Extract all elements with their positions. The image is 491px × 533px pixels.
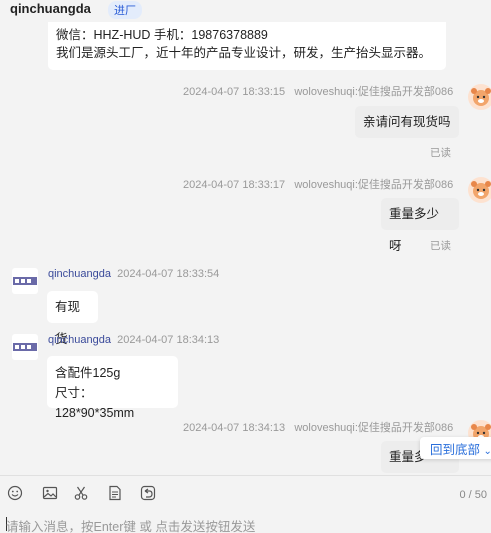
message-time: 2024-04-07 18:34:13: [183, 422, 286, 434]
back-to-bottom-label: 回到底部: [430, 443, 481, 457]
message-meta: qinchuangda 2024-04-07 18:34:13: [48, 334, 219, 346]
message-time: 2024-04-07 18:33:54: [117, 268, 220, 280]
avatar[interactable]: [468, 84, 491, 110]
message-meta: 2024-04-07 18:33:15 woloveshuqi:促佳搜品开发部0…: [183, 83, 453, 99]
read-status: 已读: [430, 240, 451, 252]
read-status: 已读: [430, 147, 451, 159]
message-line: 微信：HHZ-HUD 手机：19876378889: [56, 28, 268, 42]
history-icon[interactable]: [139, 484, 157, 502]
avatar[interactable]: [12, 268, 38, 294]
message-author: woloveshuqi:促佳搜品开发部086: [294, 422, 454, 434]
avatar[interactable]: [468, 177, 491, 203]
message-time: 2024-04-07 18:33:17: [183, 179, 286, 191]
message-author: qinchuangda: [48, 334, 112, 346]
back-to-bottom-button[interactable]: 回到底部 ⌄: [420, 437, 491, 459]
message-meta: qinchuangda 2024-04-07 18:33:54: [48, 268, 219, 280]
message-bubble-right: 亲请问有现货吗: [355, 106, 459, 138]
chat-area: 微信：HHZ-HUD 手机：19876378889 我们是源头工厂，近十年的产品…: [0, 0, 491, 473]
document-icon[interactable]: [106, 484, 124, 502]
message-time: 2024-04-07 18:33:15: [183, 86, 286, 98]
image-icon[interactable]: [41, 484, 59, 502]
message-line: 含配件125g: [55, 366, 121, 380]
message-bubble-right: 重量多少呀: [381, 198, 459, 253]
message-time: 2024-04-07 18:34:13: [117, 334, 220, 346]
chat-header: qinchuangda 进厂: [0, 0, 491, 22]
message-input[interactable]: 请输入消息，按Enter键 或 点击发送按钮发送: [6, 516, 255, 533]
chevron-down-icon: ⌄: [483, 446, 491, 457]
scissors-icon[interactable]: [72, 484, 90, 502]
message-line: 尺寸：128*90*35mm: [55, 386, 135, 420]
smile-icon[interactable]: [6, 484, 24, 502]
message-bubble-left: 含配件125g 尺寸：128*90*35mm: [47, 356, 178, 420]
message-meta: 2024-04-07 18:34:13 woloveshuqi:促佳搜品开发部0…: [183, 419, 453, 435]
message-bubble-left: 有现货: [47, 291, 98, 346]
message-author: qinchuangda: [48, 268, 112, 280]
message-composer: 0 / 50 请输入消息，按Enter键 或 点击发送按钮发送: [0, 475, 491, 533]
message-author: woloveshuqi:促佳搜品开发部086: [294, 179, 454, 191]
avatar[interactable]: [12, 334, 38, 360]
message-bubble-left: 微信：HHZ-HUD 手机：19876378889 我们是源头工厂，近十年的产品…: [48, 14, 446, 70]
message-line: 我们是源头工厂，近十年的产品专业设计，研发，生产抬头显示器。: [56, 46, 432, 60]
message-text: 亲请问有现货吗: [363, 115, 451, 129]
message-meta: 2024-04-07 18:33:17 woloveshuqi:促佳搜品开发部0…: [183, 176, 453, 192]
message-author: woloveshuqi:促佳搜品开发部086: [294, 86, 454, 98]
char-counter: 0 / 50: [459, 489, 487, 501]
contact-name: qinchuangda: [10, 1, 91, 16]
status-badge: 进厂: [108, 1, 142, 19]
